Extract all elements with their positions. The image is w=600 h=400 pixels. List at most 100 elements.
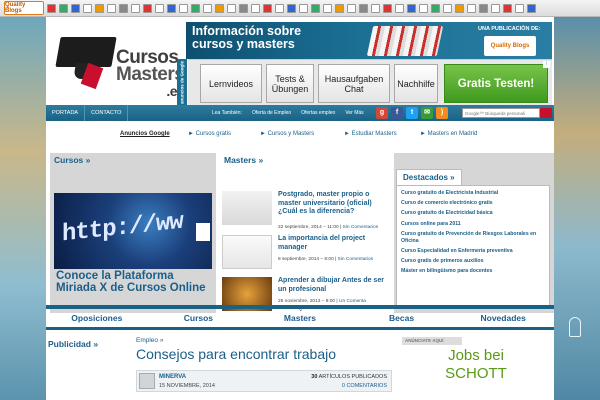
masters-thumbnail[interactable] — [222, 235, 272, 269]
ad-link-estudiar-masters[interactable]: ► Estudiar Masters — [344, 131, 397, 137]
google-plus-icon[interactable]: g — [376, 107, 388, 119]
nav-oferta-empleo[interactable]: Oferta de Empleo — [252, 105, 291, 121]
toolbar-icon[interactable] — [155, 3, 164, 13]
toolbar-icon[interactable] — [455, 3, 464, 13]
publisher-logo[interactable]: Quality Blogs — [484, 36, 536, 56]
ad-button-hausaufgaben[interactable]: Hausaufgaben Chat — [318, 64, 390, 103]
nav-ofertas-empleo[interactable]: Ofertas empleo — [301, 105, 335, 121]
toolbar-icon[interactable] — [383, 3, 392, 13]
toolbar-icon[interactable] — [419, 3, 428, 13]
list-item[interactable]: Cursos online para 2011 — [401, 221, 545, 228]
toolbar-icon[interactable] — [503, 3, 512, 13]
ad-jobs-schott[interactable]: Jobs bei SCHOTT — [398, 347, 554, 383]
toolbar-icon[interactable] — [143, 3, 152, 13]
toolbar-icon[interactable] — [71, 3, 80, 13]
article-title[interactable]: Consejos para encontrar trabajo — [136, 346, 336, 362]
toolbar-icon[interactable] — [107, 3, 116, 13]
search-input[interactable]: Google™ Búsqueda personali — [462, 108, 540, 118]
article-comments[interactable]: 0 COMENTARIOS — [342, 383, 387, 389]
masters-item-title[interactable]: La importancia del project manager — [278, 235, 390, 252]
masters-item-comments[interactable]: Sin Comentarios — [338, 257, 373, 262]
nav-portada[interactable]: PORTADA — [46, 105, 86, 121]
destacados-title[interactable]: Destacados » — [396, 169, 462, 185]
ad-link-cursos-masters[interactable]: ► Cursos y Masters — [260, 131, 314, 137]
ad-button-tests[interactable]: Tests & Übungen — [266, 64, 314, 103]
toolbar-icon[interactable] — [95, 3, 104, 13]
toolbar-icon[interactable] — [443, 3, 452, 13]
toolbar-icon[interactable] — [275, 3, 284, 13]
category-oposiciones[interactable]: Oposiciones — [46, 309, 148, 327]
ad-button-nachhilfe[interactable]: Nachhilfe — [394, 64, 438, 103]
list-item[interactable]: Curso Especialidad en Enfermería prevent… — [401, 248, 545, 255]
category-masters[interactable]: Masters — [249, 309, 351, 327]
toolbar-icon[interactable] — [203, 3, 212, 13]
slider-next-icon[interactable] — [196, 223, 210, 241]
masters-item-title[interactable]: Aprender a dibujar Antes de ser un profe… — [278, 277, 390, 294]
search-button[interactable] — [540, 108, 552, 118]
toolbar-icon[interactable] — [59, 3, 68, 13]
list-item[interactable]: Curso gratuito de Electricista Industria… — [401, 190, 545, 197]
masters-item-title[interactable]: Postgrado, master propio o master univer… — [278, 191, 390, 217]
category-novedades[interactable]: Novedades — [452, 309, 554, 327]
toolbar-icon[interactable] — [359, 3, 368, 13]
toolbar-icon[interactable] — [323, 3, 332, 13]
toolbar-icon[interactable] — [131, 3, 140, 13]
toolbar-icon[interactable] — [251, 3, 260, 13]
toolbar-icon[interactable] — [167, 3, 176, 13]
list-item[interactable]: Curso de comercio electrónico gratis — [401, 200, 545, 207]
cursos-featured-title[interactable]: Conoce la Plataforma Miriada X de Cursos… — [56, 270, 216, 294]
twitter-icon[interactable]: t — [406, 107, 418, 119]
toolbar-icon[interactable] — [299, 3, 308, 13]
quality-blogs-logo[interactable]: Quality Blogs — [4, 1, 44, 15]
ad-button-gratis-testen[interactable]: Gratis Testen! — [444, 64, 548, 103]
toolbar-icon[interactable] — [347, 3, 356, 13]
toolbar-icon[interactable] — [467, 3, 476, 13]
masters-item-comments[interactable]: Un Comenta — [339, 299, 366, 304]
list-item[interactable]: Curso gratis de primeros auxilios — [401, 258, 545, 265]
toolbar-icon[interactable] — [515, 3, 524, 13]
toolbar-icon[interactable] — [83, 3, 92, 13]
site-logo[interactable]: Cursos Masters .es — [54, 25, 185, 99]
category-becas[interactable]: Becas — [351, 309, 453, 327]
toolbar-icon[interactable] — [395, 3, 404, 13]
toolbar-icon[interactable] — [119, 3, 128, 13]
toolbar-icon[interactable] — [371, 3, 380, 13]
toolbar-icon[interactable] — [431, 3, 440, 13]
ad-button-lernvideos[interactable]: Lernvideos — [200, 64, 262, 103]
toolbar-icon[interactable] — [287, 3, 296, 13]
toolbar-icon[interactable] — [311, 3, 320, 13]
ad-link-masters-madrid[interactable]: ► Masters en Madrid — [420, 131, 477, 137]
toolbar-icon[interactable] — [47, 3, 56, 13]
list-item[interactable]: Curso gratuito de Electricidad básica — [401, 210, 545, 217]
toolbar-icon[interactable] — [191, 3, 200, 13]
avatar[interactable] — [139, 373, 155, 389]
article-category[interactable]: Empleo » — [136, 337, 163, 344]
toolbar-icon[interactable] — [491, 3, 500, 13]
masters-thumbnail[interactable] — [222, 191, 272, 225]
email-icon[interactable]: ✉ — [421, 107, 433, 119]
toolbar-icon[interactable] — [335, 3, 344, 13]
nav-contacto[interactable]: CONTACTO — [85, 105, 129, 121]
facebook-icon[interactable]: f — [391, 107, 403, 119]
toolbar-icon[interactable] — [179, 3, 188, 13]
ad-link-cursos-gratis[interactable]: ► Cursos gratis — [188, 131, 231, 137]
toolbar-icon[interactable] — [479, 3, 488, 13]
ad-label[interactable]: ANÚNCIATE AQUÍ — [402, 337, 462, 345]
toolbar-icon[interactable] — [263, 3, 272, 13]
nav-ver-mas[interactable]: Ver Más — [345, 105, 363, 121]
masters-item-comments[interactable]: Sin Comentarios — [343, 225, 378, 230]
author-name[interactable]: MINERVA — [159, 374, 186, 380]
ad-info-icon[interactable]: i — [543, 61, 550, 68]
toolbar-icon[interactable] — [227, 3, 236, 13]
category-cursos[interactable]: Cursos — [148, 309, 250, 327]
toolbar-icon[interactable] — [527, 3, 536, 13]
list-item[interactable]: Máster en bilingüismo para docentes — [401, 268, 545, 275]
masters-title[interactable]: Masters » — [222, 153, 390, 167]
list-item[interactable]: Curso gratuito de Prevención de Riesgos … — [401, 231, 545, 245]
rss-icon[interactable]: ) — [436, 107, 448, 119]
toolbar-icon[interactable] — [215, 3, 224, 13]
toolbar-icon[interactable] — [239, 3, 248, 13]
cursos-title[interactable]: Cursos » — [50, 153, 216, 167]
cursos-featured-image[interactable]: http://ww — [54, 193, 212, 269]
toolbar-icon[interactable] — [407, 3, 416, 13]
